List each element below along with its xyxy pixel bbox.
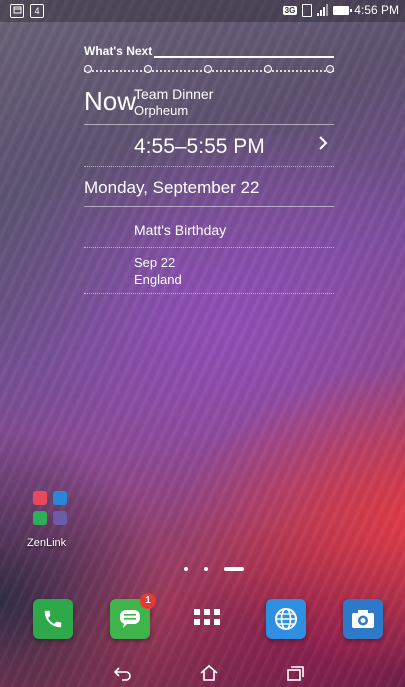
phone-icon [44, 610, 62, 628]
current-event-time[interactable]: 4:55–5:55 PM [134, 135, 265, 159]
messaging-app[interactable]: 1 [110, 593, 156, 639]
upcoming-event-location: England [134, 272, 182, 287]
signal-icon [317, 4, 329, 16]
notification-count-icon: 4 [30, 4, 44, 18]
timeline-marker [326, 65, 334, 73]
recents-icon[interactable] [283, 662, 307, 684]
battery-icon [333, 5, 353, 15]
network-type-icon: 3G [282, 5, 298, 15]
timeline-marker [264, 65, 272, 73]
page-dot[interactable] [204, 567, 208, 571]
page-indicator[interactable] [184, 567, 244, 571]
timeline-marker [204, 65, 212, 73]
current-event-location: Orpheum [134, 103, 189, 118]
phone-app[interactable] [33, 599, 73, 639]
message-icon [120, 610, 140, 628]
zenlink-folder[interactable]: ZenLink [27, 489, 69, 549]
upcoming-event-date[interactable]: Sep 22 [134, 255, 175, 270]
sim-icon [302, 3, 313, 17]
status-time: 4:56 PM [354, 3, 399, 17]
timeline-marker [144, 65, 152, 73]
chevron-right-icon[interactable] [318, 134, 328, 157]
divider [84, 247, 334, 248]
page-dot-active[interactable] [224, 567, 244, 571]
date-heading: Monday, September 22 [84, 178, 260, 197]
upcoming-event-title[interactable]: Matt's Birthday [134, 222, 226, 238]
timeline-marker [84, 65, 92, 73]
now-label: Now [84, 86, 137, 116]
home-icon[interactable] [197, 662, 221, 684]
globe-icon [275, 608, 297, 630]
back-icon[interactable] [111, 662, 135, 684]
widget-title-rule [154, 56, 334, 58]
divider [84, 293, 334, 294]
calendar-icon [10, 4, 24, 18]
folder-app-icon [53, 511, 67, 525]
folder-app-icon [53, 491, 67, 505]
whats-next-widget[interactable]: What's Next Now Team Dinner Orpheum 4:55… [84, 44, 334, 294]
divider [84, 206, 334, 207]
status-bar[interactable]: 4 3G 4:56 PM [0, 0, 405, 22]
page-dot[interactable] [184, 567, 188, 571]
camera-icon [352, 610, 374, 628]
folder-app-icon [33, 491, 47, 505]
navigation-bar [0, 660, 405, 687]
wallpaper-texture [0, 0, 405, 687]
unread-badge: 1 [140, 593, 156, 609]
divider [84, 166, 334, 167]
camera-app[interactable] [343, 599, 383, 639]
current-event-title[interactable]: Team Dinner [134, 86, 213, 102]
apps-grid-icon[interactable] [194, 609, 220, 625]
folder-label: ZenLink [27, 537, 67, 549]
folder-app-icon [33, 511, 47, 525]
browser-app[interactable] [266, 599, 306, 639]
divider [84, 124, 334, 125]
